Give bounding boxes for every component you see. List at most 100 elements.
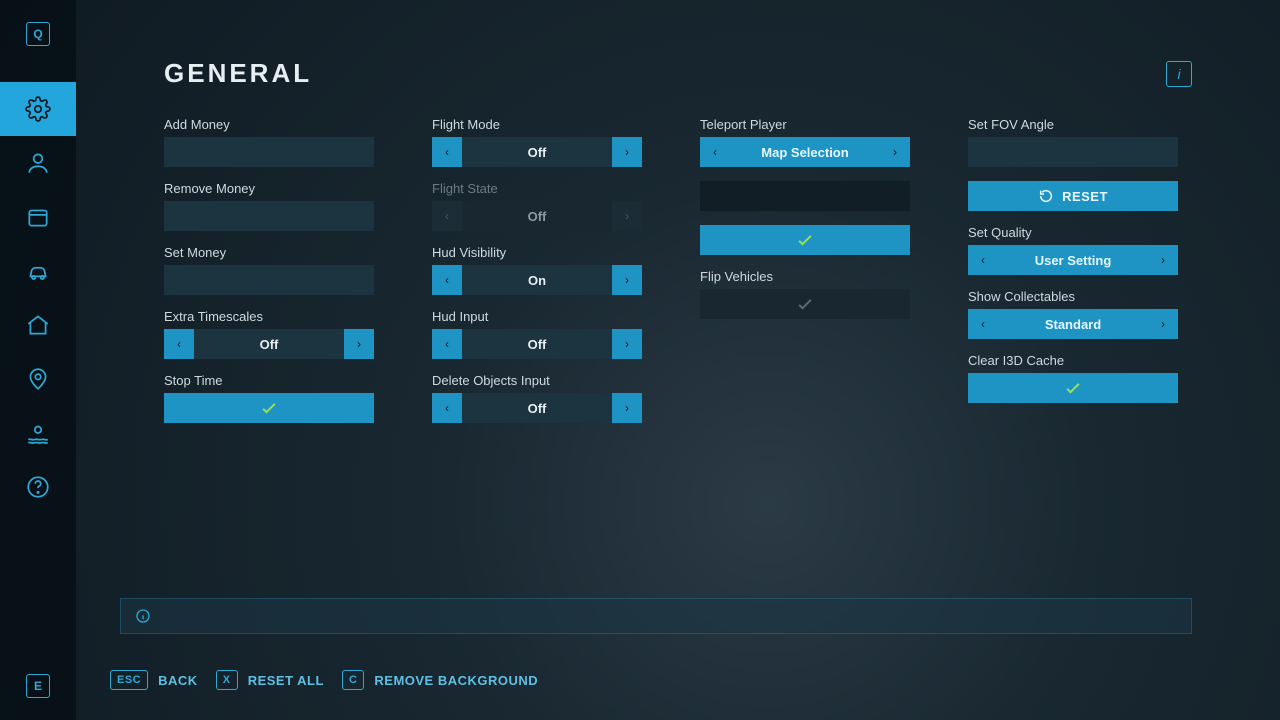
hud-visibility-label: Hud Visibility <box>432 245 642 260</box>
chevron-right-icon[interactable]: › <box>612 329 642 359</box>
field-stop-time: Stop Time <box>164 373 374 423</box>
chevron-left-icon[interactable]: ‹ <box>432 137 462 167</box>
back-label: BACK <box>158 673 198 688</box>
extra-timescales-value: Off <box>194 329 344 359</box>
field-show-collectables: Show Collectables ‹ Standard › <box>968 289 1178 339</box>
set-money-input[interactable] <box>164 265 374 295</box>
nav-map[interactable] <box>0 352 76 406</box>
hud-input-stepper[interactable]: ‹ Off › <box>432 329 642 359</box>
chevron-left-icon[interactable]: ‹ <box>164 329 194 359</box>
chevron-left-icon[interactable]: ‹ <box>432 329 462 359</box>
teleport-player-value: Map Selection <box>730 137 880 167</box>
sidebar-next-key[interactable]: E <box>26 674 50 698</box>
reset-fov-button[interactable]: RESET <box>968 181 1178 211</box>
add-money-label: Add Money <box>164 117 374 132</box>
info-button[interactable]: i <box>1166 61 1192 87</box>
nav-vehicles[interactable] <box>0 244 76 298</box>
nav-settings[interactable] <box>0 82 76 136</box>
field-hud-input: Hud Input ‹ Off › <box>432 309 642 359</box>
flip-vehicles-button[interactable] <box>700 289 910 319</box>
car-icon <box>25 258 51 284</box>
teleport-player-label: Teleport Player <box>700 117 910 132</box>
flight-state-label: Flight State <box>432 181 642 196</box>
check-icon <box>795 230 815 250</box>
teleport-player-stepper[interactable]: ‹ Map Selection › <box>700 137 910 167</box>
flight-mode-label: Flight Mode <box>432 117 642 132</box>
show-collectables-stepper[interactable]: ‹ Standard › <box>968 309 1178 339</box>
remove-money-input[interactable] <box>164 201 374 231</box>
field-teleport-player: Teleport Player ‹ Map Selection › <box>700 117 910 167</box>
show-collectables-label: Show Collectables <box>968 289 1178 304</box>
chevron-right-icon: › <box>612 201 642 231</box>
delete-objects-label: Delete Objects Input <box>432 373 642 388</box>
flight-mode-value: Off <box>462 137 612 167</box>
nav-buildings[interactable] <box>0 298 76 352</box>
sidebar-prev-key[interactable]: Q <box>26 22 50 46</box>
hud-visibility-value: On <box>462 265 612 295</box>
nav-player[interactable] <box>0 136 76 190</box>
flight-state-value: Off <box>462 201 612 231</box>
field-clear-cache: Clear I3D Cache <box>968 353 1178 403</box>
hud-visibility-stepper[interactable]: ‹ On › <box>432 265 642 295</box>
chevron-left-icon[interactable]: ‹ <box>432 265 462 295</box>
reset-all-label: RESET ALL <box>248 673 324 688</box>
teleport-confirm-button[interactable] <box>700 225 910 255</box>
delete-objects-stepper[interactable]: ‹ Off › <box>432 393 642 423</box>
field-remove-money: Remove Money <box>164 181 374 231</box>
extra-timescales-stepper[interactable]: ‹ Off › <box>164 329 374 359</box>
clear-cache-label: Clear I3D Cache <box>968 353 1178 368</box>
field-flight-state: Flight State ‹ Off › <box>432 181 642 231</box>
chevron-left-icon[interactable]: ‹ <box>700 137 730 167</box>
field-hud-visibility: Hud Visibility ‹ On › <box>432 245 642 295</box>
field-flip-vehicles: Flip Vehicles <box>700 269 910 319</box>
check-icon <box>795 294 815 314</box>
page-header: GENERAL i <box>164 58 1192 89</box>
nav-help[interactable] <box>0 460 76 514</box>
stop-time-button[interactable] <box>164 393 374 423</box>
chevron-left-icon: ‹ <box>432 201 462 231</box>
flight-mode-stepper[interactable]: ‹ Off › <box>432 137 642 167</box>
sidebar-nav <box>0 82 76 514</box>
person-icon <box>25 150 51 176</box>
reset-all-action[interactable]: X RESET ALL <box>216 670 324 690</box>
set-money-label: Set Money <box>164 245 374 260</box>
teleport-player-extra <box>700 181 910 211</box>
chevron-right-icon[interactable]: › <box>1148 309 1178 339</box>
hud-input-value: Off <box>462 329 612 359</box>
teleport-confirm <box>700 225 910 255</box>
refresh-icon <box>1038 188 1054 204</box>
chevron-left-icon[interactable]: ‹ <box>968 309 998 339</box>
chevron-right-icon[interactable]: › <box>880 137 910 167</box>
esc-key: ESC <box>110 670 148 690</box>
teleport-extra-input[interactable] <box>700 181 910 211</box>
sidebar: Q E <box>0 0 76 720</box>
remove-background-action[interactable]: C REMOVE BACKGROUND <box>342 670 538 690</box>
column-3: Teleport Player ‹ Map Selection › Flip V… <box>700 117 910 423</box>
chevron-left-icon[interactable]: ‹ <box>432 393 462 423</box>
field-delete-objects: Delete Objects Input ‹ Off › <box>432 373 642 423</box>
nav-inventory[interactable] <box>0 190 76 244</box>
chevron-right-icon[interactable]: › <box>612 265 642 295</box>
stop-time-label: Stop Time <box>164 373 374 388</box>
back-action[interactable]: ESC BACK <box>110 670 198 690</box>
settings-grid: Add Money Remove Money Set Money Extra T… <box>164 117 1192 423</box>
remove-money-label: Remove Money <box>164 181 374 196</box>
chevron-right-icon[interactable]: › <box>344 329 374 359</box>
check-icon <box>259 398 279 418</box>
chevron-right-icon[interactable]: › <box>612 393 642 423</box>
remove-background-label: REMOVE BACKGROUND <box>374 673 538 688</box>
field-extra-timescales: Extra Timescales ‹ Off › <box>164 309 374 359</box>
clear-cache-button[interactable] <box>968 373 1178 403</box>
set-quality-stepper[interactable]: ‹ User Setting › <box>968 245 1178 275</box>
set-quality-label: Set Quality <box>968 225 1178 240</box>
chevron-right-icon[interactable]: › <box>1148 245 1178 275</box>
chevron-right-icon[interactable]: › <box>612 137 642 167</box>
chevron-left-icon[interactable]: ‹ <box>968 245 998 275</box>
column-4: Set FOV Angle RESET Set Quality ‹ User S… <box>968 117 1178 423</box>
flight-state-stepper: ‹ Off › <box>432 201 642 231</box>
help-icon <box>25 474 51 500</box>
set-fov-input[interactable] <box>968 137 1178 167</box>
add-money-input[interactable] <box>164 137 374 167</box>
check-icon <box>1063 378 1083 398</box>
nav-environment[interactable] <box>0 406 76 460</box>
